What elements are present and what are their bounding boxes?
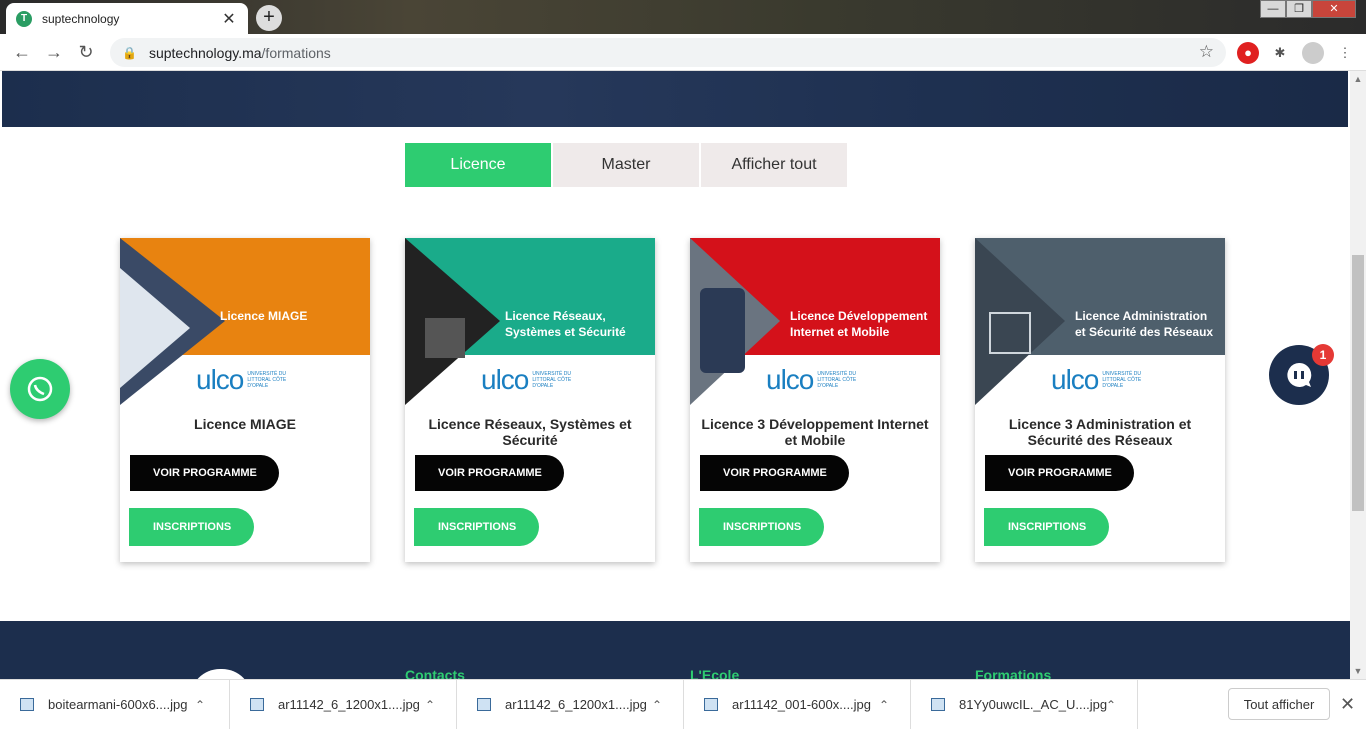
window-close-button[interactable]: ✕ — [1312, 0, 1356, 18]
whatsapp-icon[interactable] — [10, 359, 70, 419]
voir-programme-button[interactable]: VOIR PROGRAMME — [700, 455, 849, 491]
maximize-button[interactable]: ❐ — [1286, 0, 1312, 18]
page-content: Licence Master Afficher tout Licence MIA… — [0, 71, 1350, 679]
ulco-logo: ulco UNIVERSITÉ DU LITTORAL CÔTE D'OPALE — [196, 364, 287, 395]
adblock-extension-icon[interactable]: ● — [1237, 42, 1259, 64]
card-banner-label: Licence Développement Internet et Mobile — [790, 309, 928, 339]
image-file-icon — [250, 698, 264, 711]
bookmark-star-icon[interactable]: ☆ — [1199, 42, 1214, 62]
show-all-downloads-button[interactable]: Tout afficher — [1228, 688, 1330, 720]
inscriptions-button[interactable]: INSCRIPTIONS — [129, 508, 254, 546]
minimize-button[interactable]: — — [1260, 0, 1286, 18]
hero-banner — [2, 71, 1348, 127]
course-image: Licence Administration et Sécurité des R… — [975, 238, 1225, 405]
url-host: suptechnology.ma — [148, 44, 262, 61]
image-file-icon — [931, 698, 945, 711]
download-filename: ar11142_001-600x....jpg — [732, 697, 872, 712]
course-card-miage: Licence MIAGE ulco UNIVERSITÉ DU LITTORAL… — [120, 238, 370, 562]
filter-afficher-tout[interactable]: Afficher tout — [701, 143, 847, 187]
page-scrollbar[interactable]: ▲ ▼ — [1350, 71, 1366, 679]
download-item[interactable]: 81Yy0uwcIL._AC_U....jpg ⌃ — [911, 680, 1138, 729]
inscriptions-button[interactable]: INSCRIPTIONS — [414, 508, 539, 546]
forward-arrow-icon[interactable]: → — [38, 42, 70, 63]
tab-title: suptechnology — [42, 11, 120, 26]
download-filename: ar11142_6_1200x1....jpg — [278, 697, 420, 712]
image-file-icon — [704, 698, 718, 711]
download-item[interactable]: ar11142_6_1200x1....jpg ⌃ — [230, 680, 457, 729]
chevron-up-icon[interactable]: ⌃ — [418, 698, 442, 712]
course-image: Licence Développement Internet et Mobile… — [690, 238, 940, 405]
chevron-up-icon[interactable]: ⌃ — [188, 698, 212, 712]
browser-tab[interactable]: T suptechnology ✕ — [6, 3, 248, 34]
image-file-icon — [20, 698, 34, 711]
new-tab-button[interactable]: + — [256, 5, 282, 31]
voir-programme-button[interactable]: VOIR PROGRAMME — [415, 455, 564, 491]
footer-contacts-heading: Contacts — [405, 667, 465, 679]
voir-programme-button[interactable]: VOIR PROGRAMME — [130, 455, 279, 491]
card-banner-label: Licence MIAGE — [220, 309, 308, 323]
voir-programme-button[interactable]: VOIR PROGRAMME — [985, 455, 1134, 491]
card-banner-label: Licence Réseaux, Systèmes et Sécurité — [505, 309, 626, 339]
inscriptions-button[interactable]: INSCRIPTIONS — [984, 508, 1109, 546]
reload-icon[interactable]: ↻ — [70, 42, 102, 63]
browser-menu-icon[interactable]: ⋮ — [1334, 42, 1356, 64]
footer-logo — [190, 669, 252, 679]
card-banner-label: Licence Administration et Sécurité des R… — [1075, 309, 1214, 339]
browser-toolbar: ← → ↻ 🔒 suptechnology.ma/formations ☆ — [0, 34, 1366, 71]
card-title: Licence 3 Administration et Sécurité des… — [1008, 416, 1192, 448]
card-title: Licence Réseaux, Systèmes et Sécurité — [428, 416, 632, 448]
course-card-developpement: Licence Développement Internet et Mobile… — [690, 238, 940, 562]
suptechnology-favicon-icon: T — [16, 10, 32, 27]
address-bar[interactable]: 🔒 suptechnology.ma/formations ☆ — [110, 38, 1226, 67]
url-path: /formations — [261, 44, 331, 61]
download-shelf: boitearmani-600x6....jpg ⌃ ar11142_6_120… — [0, 679, 1366, 729]
scroll-down-icon[interactable]: ▼ — [1350, 663, 1366, 679]
filter-master[interactable]: Master — [553, 143, 699, 187]
footer-formations-heading: Formations — [975, 667, 1052, 679]
close-shelf-icon[interactable]: ✕ — [1340, 694, 1355, 715]
scroll-thumb[interactable] — [1352, 255, 1364, 511]
download-item[interactable]: ar11142_001-600x....jpg ⌃ — [684, 680, 911, 729]
download-filename: ar11142_6_1200x1....jpg — [505, 697, 647, 712]
card-title: Licence MIAGE — [194, 416, 296, 432]
footer-ecole-heading: L'Ecole — [690, 667, 740, 679]
card-title: Licence 3 Développement Internet et Mobi… — [701, 416, 929, 448]
ulco-logo: ulco UNIVERSITÉ DU LITTORAL CÔTE D'OPALE — [1051, 364, 1142, 395]
download-filename: 81Yy0uwcIL._AC_U....jpg — [959, 697, 1108, 712]
course-card-administration: Licence Administration et Sécurité des R… — [975, 238, 1225, 562]
inscriptions-button[interactable]: INSCRIPTIONS — [699, 508, 824, 546]
ulco-logo: ulco UNIVERSITÉ DU LITTORAL CÔTE D'OPALE — [766, 364, 857, 395]
download-item[interactable]: ar11142_6_1200x1....jpg ⌃ — [457, 680, 684, 729]
chevron-up-icon[interactable]: ⌃ — [1099, 698, 1123, 712]
course-card-reseaux: Licence Réseaux, Systèmes et Sécurité ul… — [405, 238, 655, 562]
course-image: Licence Réseaux, Systèmes et Sécurité ul… — [405, 238, 655, 405]
back-arrow-icon[interactable]: ← — [6, 42, 38, 63]
download-item[interactable]: boitearmani-600x6....jpg ⌃ — [0, 680, 230, 729]
tab-strip: T suptechnology ✕ + — ❐ ✕ — [0, 0, 1366, 34]
chevron-up-icon[interactable]: ⌃ — [872, 698, 896, 712]
image-file-icon — [477, 698, 491, 711]
download-filename: boitearmani-600x6....jpg — [48, 697, 188, 712]
extensions-puzzle-icon[interactable]: ✱ — [1269, 42, 1291, 64]
chevron-up-icon[interactable]: ⌃ — [645, 698, 669, 712]
window-controls: — ❐ ✕ — [1260, 0, 1356, 18]
profile-avatar[interactable] — [1302, 42, 1324, 64]
tab-close-icon[interactable]: ✕ — [220, 9, 238, 29]
scroll-up-icon[interactable]: ▲ — [1350, 71, 1366, 87]
lock-icon: 🔒 — [122, 45, 137, 60]
chat-notification-badge: 1 — [1312, 344, 1334, 366]
ulco-logo: ulco UNIVERSITÉ DU LITTORAL CÔTE D'OPALE — [481, 364, 572, 395]
filter-licence[interactable]: Licence — [405, 143, 551, 187]
course-image: Licence MIAGE ulco UNIVERSITÉ DU LITTORAL… — [120, 238, 370, 405]
footer: Contacts L'Ecole Formations — [0, 621, 1350, 679]
